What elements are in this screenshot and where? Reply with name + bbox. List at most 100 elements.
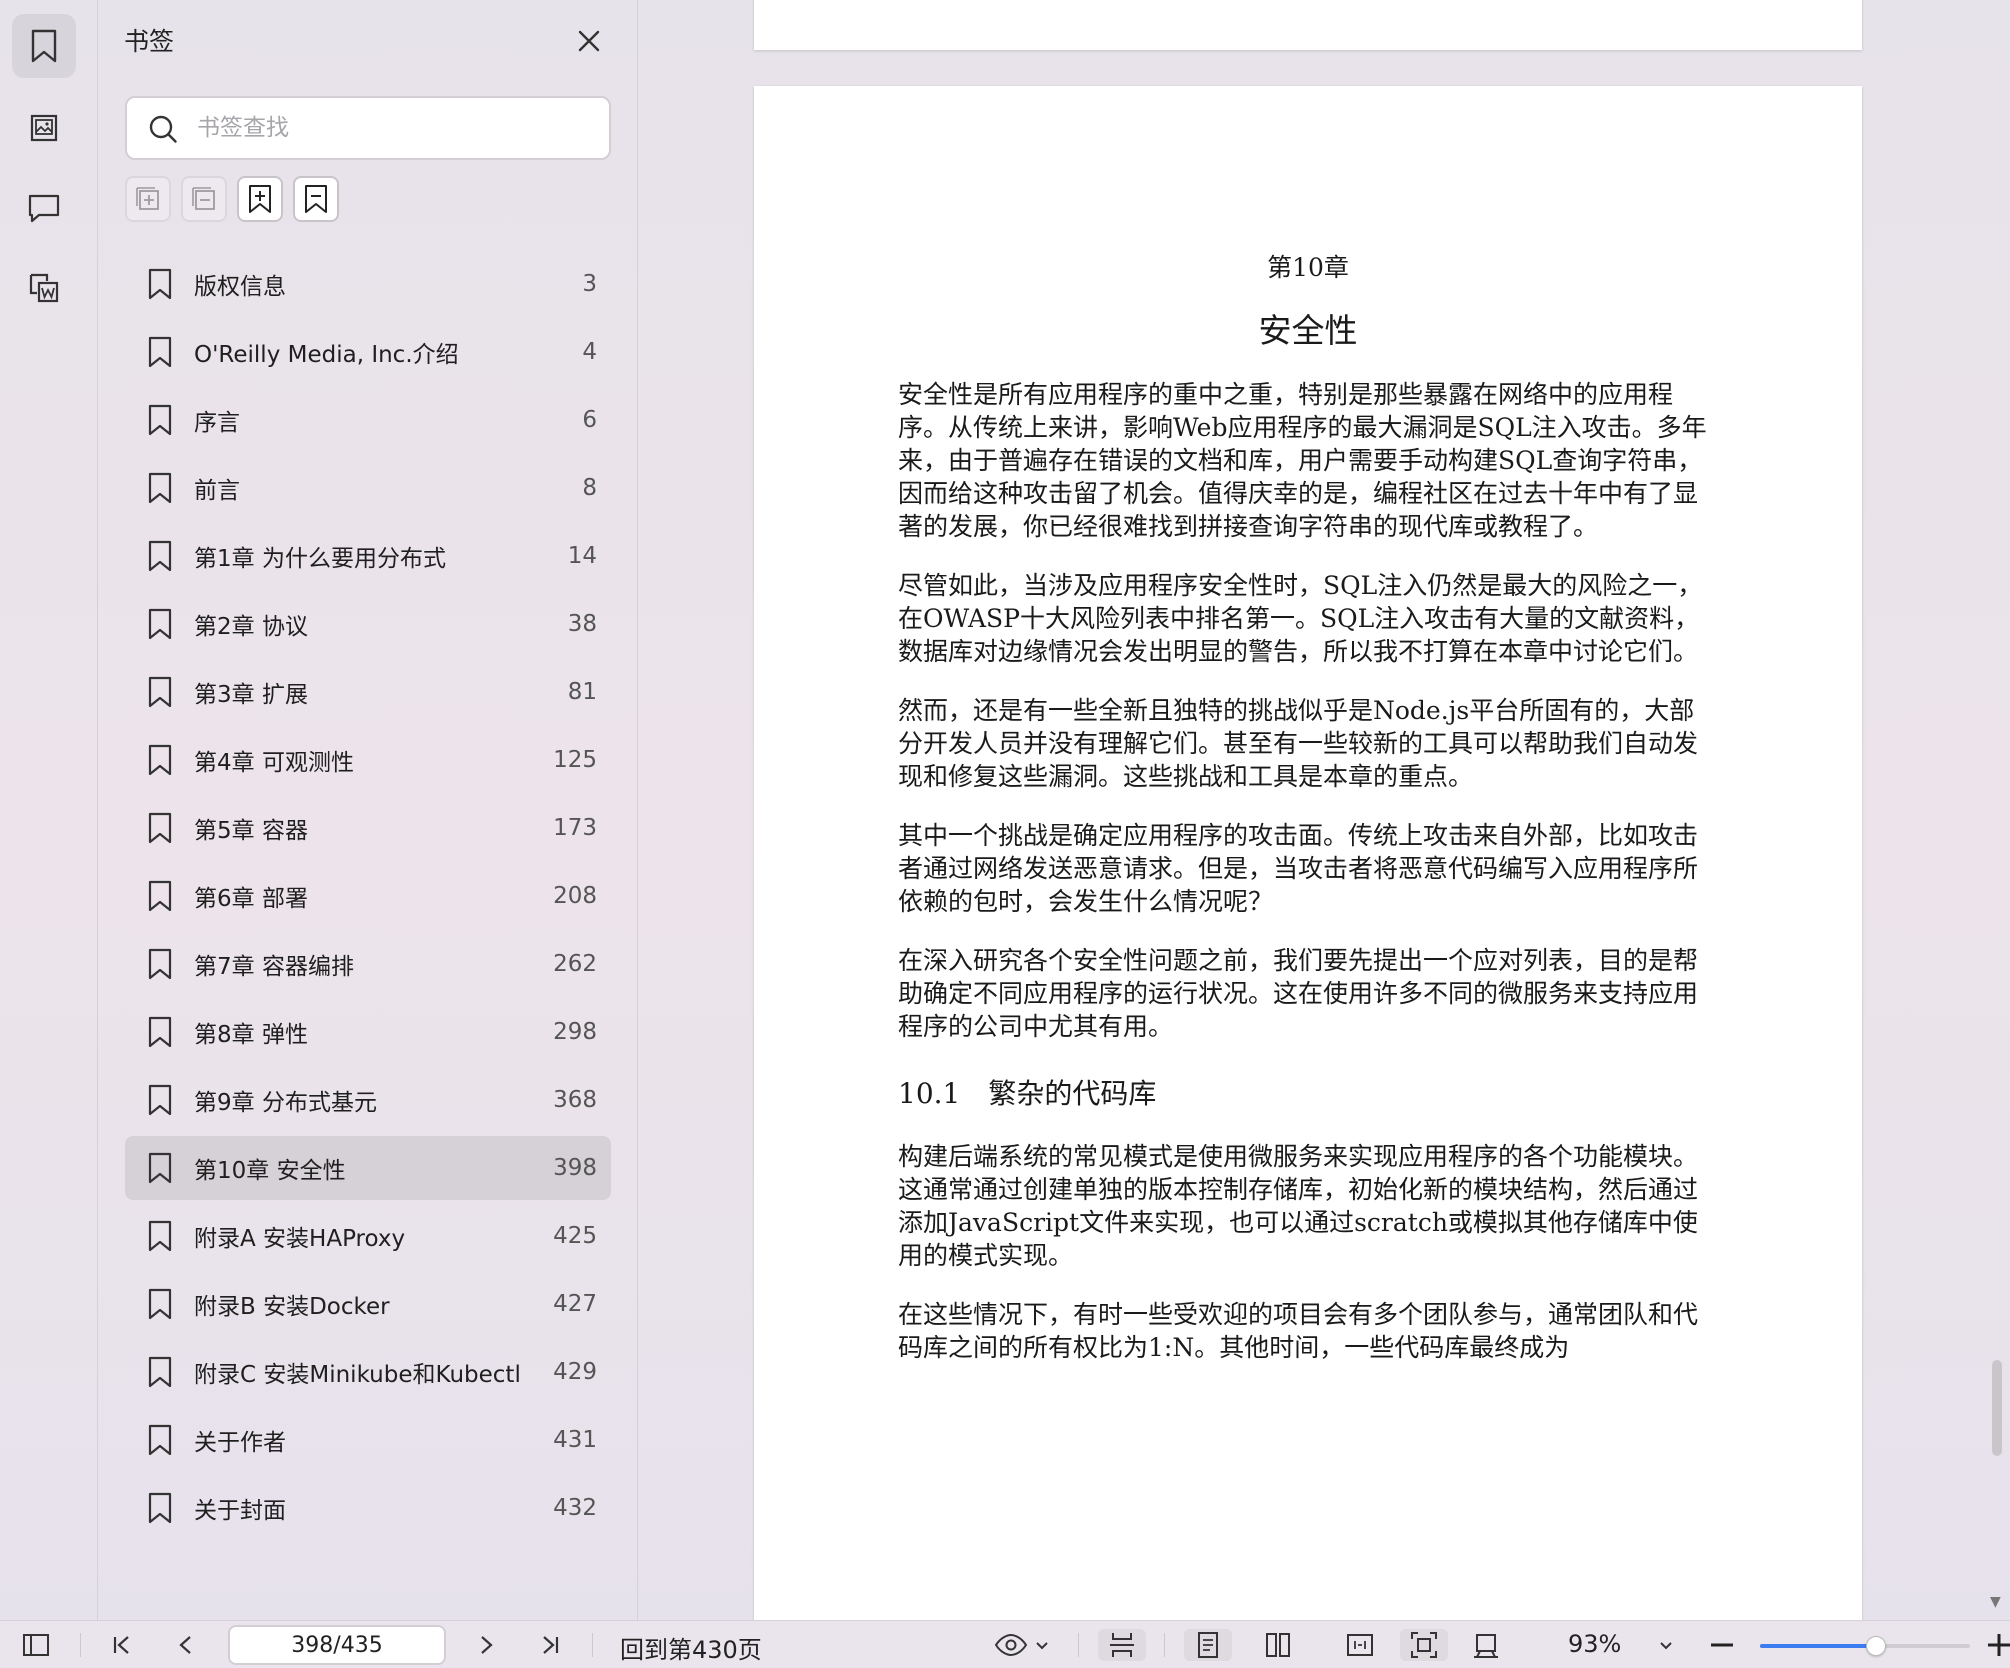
bookmark-page-number: 173 bbox=[553, 815, 597, 841]
paragraph: 构建后端系统的常见模式是使用微服务来实现应用程序的各个功能模块。这通常通过创建单… bbox=[898, 1142, 1699, 1270]
zoom-level: 93% bbox=[1568, 1630, 1622, 1658]
bookmark-item[interactable]: 第8章 弹性 298 bbox=[125, 1000, 611, 1064]
toggle-sidebar-button[interactable] bbox=[18, 1629, 54, 1661]
rotate-page-button[interactable] bbox=[1462, 1629, 1510, 1661]
rail-comments-button[interactable] bbox=[12, 176, 76, 240]
rotate-page-icon bbox=[1474, 1634, 1498, 1658]
fit-width-button[interactable] bbox=[1336, 1629, 1384, 1661]
fit-page-button[interactable] bbox=[1400, 1629, 1448, 1661]
bottom-toolbar: 回到第430页 93% bbox=[0, 1620, 2010, 1668]
bookmark-item[interactable]: 第9章 分布式基元 368 bbox=[125, 1068, 611, 1132]
separator bbox=[592, 1633, 593, 1657]
last-page-button[interactable] bbox=[534, 1629, 566, 1661]
go-back-to-page-button[interactable]: 回到第430页 bbox=[620, 1630, 762, 1665]
panel-title: 书签 bbox=[124, 27, 175, 56]
comment-icon bbox=[28, 194, 60, 223]
bookmark-item[interactable]: 附录C 安装Minikube和Kubectl 429 bbox=[125, 1340, 611, 1404]
bookmark-item[interactable]: 第6章 部署 208 bbox=[125, 864, 611, 928]
bookmark-icon bbox=[148, 608, 172, 640]
bookmark-page-number: 427 bbox=[553, 1291, 597, 1317]
chevron-left-icon bbox=[179, 1636, 191, 1654]
bookmark-page-number: 368 bbox=[553, 1087, 597, 1113]
sidebar-icon bbox=[23, 1634, 49, 1656]
vertical-scrollbar[interactable]: ▼ bbox=[1990, 0, 2004, 1620]
single-page-button[interactable] bbox=[1184, 1629, 1232, 1661]
bookmark-item[interactable]: 第4章 可观测性 125 bbox=[125, 728, 611, 792]
bookmark-page-number: 125 bbox=[553, 747, 597, 773]
zoom-out-button[interactable] bbox=[1706, 1629, 1738, 1661]
bookmark-item[interactable]: O'Reilly Media, Inc.介绍 4 bbox=[125, 320, 611, 384]
last-page-icon bbox=[543, 1636, 559, 1654]
bookmark-item[interactable]: 第7章 容器编排 262 bbox=[125, 932, 611, 996]
bookmark-label: 前言 bbox=[194, 478, 240, 504]
plus-icon bbox=[1988, 1634, 2010, 1656]
bookmark-page-number: 14 bbox=[567, 543, 597, 569]
bookmark-item[interactable]: 关于封面 432 bbox=[125, 1476, 611, 1540]
zoom-slider-handle[interactable] bbox=[1865, 1636, 1886, 1656]
expand-all-icon bbox=[136, 187, 159, 210]
bookmark-icon bbox=[148, 1356, 172, 1388]
bookmark-page-number: 425 bbox=[553, 1223, 597, 1249]
rail-thumbnails-button[interactable] bbox=[12, 96, 76, 160]
remove-bookmark-button[interactable] bbox=[293, 176, 339, 222]
bookmark-panel: 书签 版权信息 3 O'Reilly Media, Inc.介绍 4 序言 6 前言 8 第1章… bbox=[98, 0, 638, 1620]
bookmark-page-number: 3 bbox=[582, 271, 597, 297]
bookmark-item[interactable]: 第2章 协议 38 bbox=[125, 592, 611, 656]
bookmark-label: 附录A 安装HAProxy bbox=[194, 1226, 406, 1252]
close-icon bbox=[578, 30, 600, 52]
previous-page-button[interactable] bbox=[170, 1629, 202, 1661]
bookmark-page-number: 429 bbox=[553, 1359, 597, 1385]
bookmark-page-number: 38 bbox=[567, 611, 597, 637]
continuous-scroll-icon bbox=[1110, 1633, 1134, 1657]
add-bookmark-button[interactable] bbox=[237, 176, 283, 222]
page-number-input[interactable] bbox=[228, 1625, 446, 1665]
bookmark-item[interactable]: 关于作者 431 bbox=[125, 1408, 611, 1472]
bookmark-tools bbox=[125, 176, 339, 222]
close-panel-button[interactable] bbox=[572, 24, 606, 58]
bookmark-search-input[interactable] bbox=[197, 110, 597, 146]
first-page-button[interactable] bbox=[106, 1629, 138, 1661]
scroll-down-arrow[interactable]: ▼ bbox=[1990, 1594, 2001, 1610]
view-mode-button[interactable] bbox=[990, 1629, 1054, 1661]
bookmark-icon bbox=[148, 540, 172, 572]
double-page-button[interactable] bbox=[1254, 1629, 1302, 1661]
minus-icon bbox=[1711, 1643, 1733, 1647]
bookmark-item[interactable]: 序言 6 bbox=[125, 388, 611, 452]
bookmark-label: 第9章 分布式基元 bbox=[194, 1090, 377, 1116]
collapse-all-button[interactable] bbox=[181, 176, 227, 222]
bookmark-label: 关于封面 bbox=[194, 1498, 286, 1524]
separator bbox=[1164, 1633, 1165, 1657]
continuous-scroll-button[interactable] bbox=[1098, 1629, 1146, 1661]
bookmark-item[interactable]: 前言 8 bbox=[125, 456, 611, 520]
zoom-in-button[interactable] bbox=[1986, 1629, 2010, 1661]
bookmark-label: 第4章 可观测性 bbox=[194, 750, 354, 776]
paragraph: 尽管如此，当涉及应用程序安全性时，SQL注入仍然是最大的风险之一，在OWASP十… bbox=[898, 571, 1703, 666]
scrollbar-thumb[interactable] bbox=[1992, 1360, 2002, 1456]
bookmark-page-number: 432 bbox=[553, 1495, 597, 1521]
bookmark-label: 附录C 安装Minikube和Kubectl bbox=[194, 1362, 521, 1388]
next-page-button[interactable] bbox=[470, 1629, 502, 1661]
rail-bookmarks-button[interactable] bbox=[12, 14, 76, 78]
bookmark-item[interactable]: 第10章 安全性 398 bbox=[125, 1136, 611, 1200]
bookmark-item[interactable]: 附录A 安装HAProxy 425 bbox=[125, 1204, 611, 1268]
chapter-number: 第10章 bbox=[1267, 253, 1349, 282]
document-viewer[interactable]: 第10章 安全性 安全性是所有应用程序的重中之重，特别是那些暴露在网络中的应用程… bbox=[638, 0, 2010, 1620]
chevron-down-icon bbox=[1660, 1642, 1672, 1650]
bookmark-label: 版权信息 bbox=[194, 274, 286, 300]
zoom-dropdown-button[interactable] bbox=[1652, 1629, 1680, 1661]
bookmark-label: 第10章 安全性 bbox=[194, 1158, 346, 1184]
bookmark-item[interactable]: 第1章 为什么要用分布式 14 bbox=[125, 524, 611, 588]
bookmark-page-number: 4 bbox=[582, 339, 597, 365]
bookmark-item[interactable]: 版权信息 3 bbox=[125, 252, 611, 316]
bookmark-item[interactable]: 第3章 扩展 81 bbox=[125, 660, 611, 724]
bookmark-list: 版权信息 3 O'Reilly Media, Inc.介绍 4 序言 6 前言 8 第1章 为什… bbox=[125, 252, 611, 1544]
bookmark-remove-icon bbox=[305, 185, 327, 213]
bookmark-item[interactable]: 附录B 安装Docker 427 bbox=[125, 1272, 611, 1336]
zoom-slider[interactable] bbox=[1760, 1636, 1970, 1656]
expand-all-button[interactable] bbox=[125, 176, 171, 222]
rail-word-convert-button[interactable] bbox=[12, 256, 76, 320]
bookmark-label: 第6章 部署 bbox=[194, 886, 308, 912]
bookmark-label: 第5章 容器 bbox=[194, 818, 308, 844]
bookmark-item[interactable]: 第5章 容器 173 bbox=[125, 796, 611, 860]
bookmark-page-number: 431 bbox=[553, 1427, 597, 1453]
